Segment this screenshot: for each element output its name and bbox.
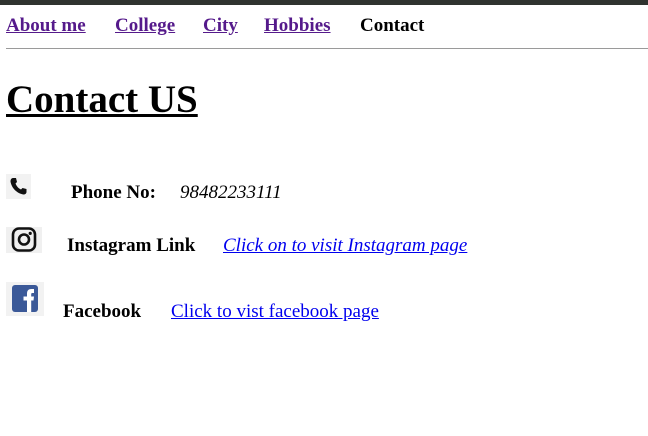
nav-divider — [6, 48, 648, 49]
instagram-link[interactable]: Click on to visit Instagram page — [223, 235, 467, 257]
phone-number: 98482233111 — [180, 182, 282, 203]
phone-label: Phone No: — [71, 182, 156, 203]
top-border-bar — [0, 0, 648, 5]
nav-link-about-me[interactable]: About me — [6, 15, 86, 37]
nav-link-city[interactable]: City — [203, 15, 238, 37]
phone-icon — [6, 174, 31, 199]
facebook-link[interactable]: Click to vist facebook page — [171, 301, 379, 323]
nav-link-hobbies[interactable]: Hobbies — [264, 15, 331, 37]
instagram-label: Instagram Link — [67, 235, 196, 256]
instagram-icon — [6, 227, 42, 253]
page-title: Contact US — [6, 78, 198, 121]
facebook-label: Facebook — [63, 301, 142, 322]
nav-current-contact: Contact — [360, 15, 425, 36]
facebook-icon — [6, 282, 44, 316]
nav-link-college[interactable]: College — [115, 15, 175, 37]
